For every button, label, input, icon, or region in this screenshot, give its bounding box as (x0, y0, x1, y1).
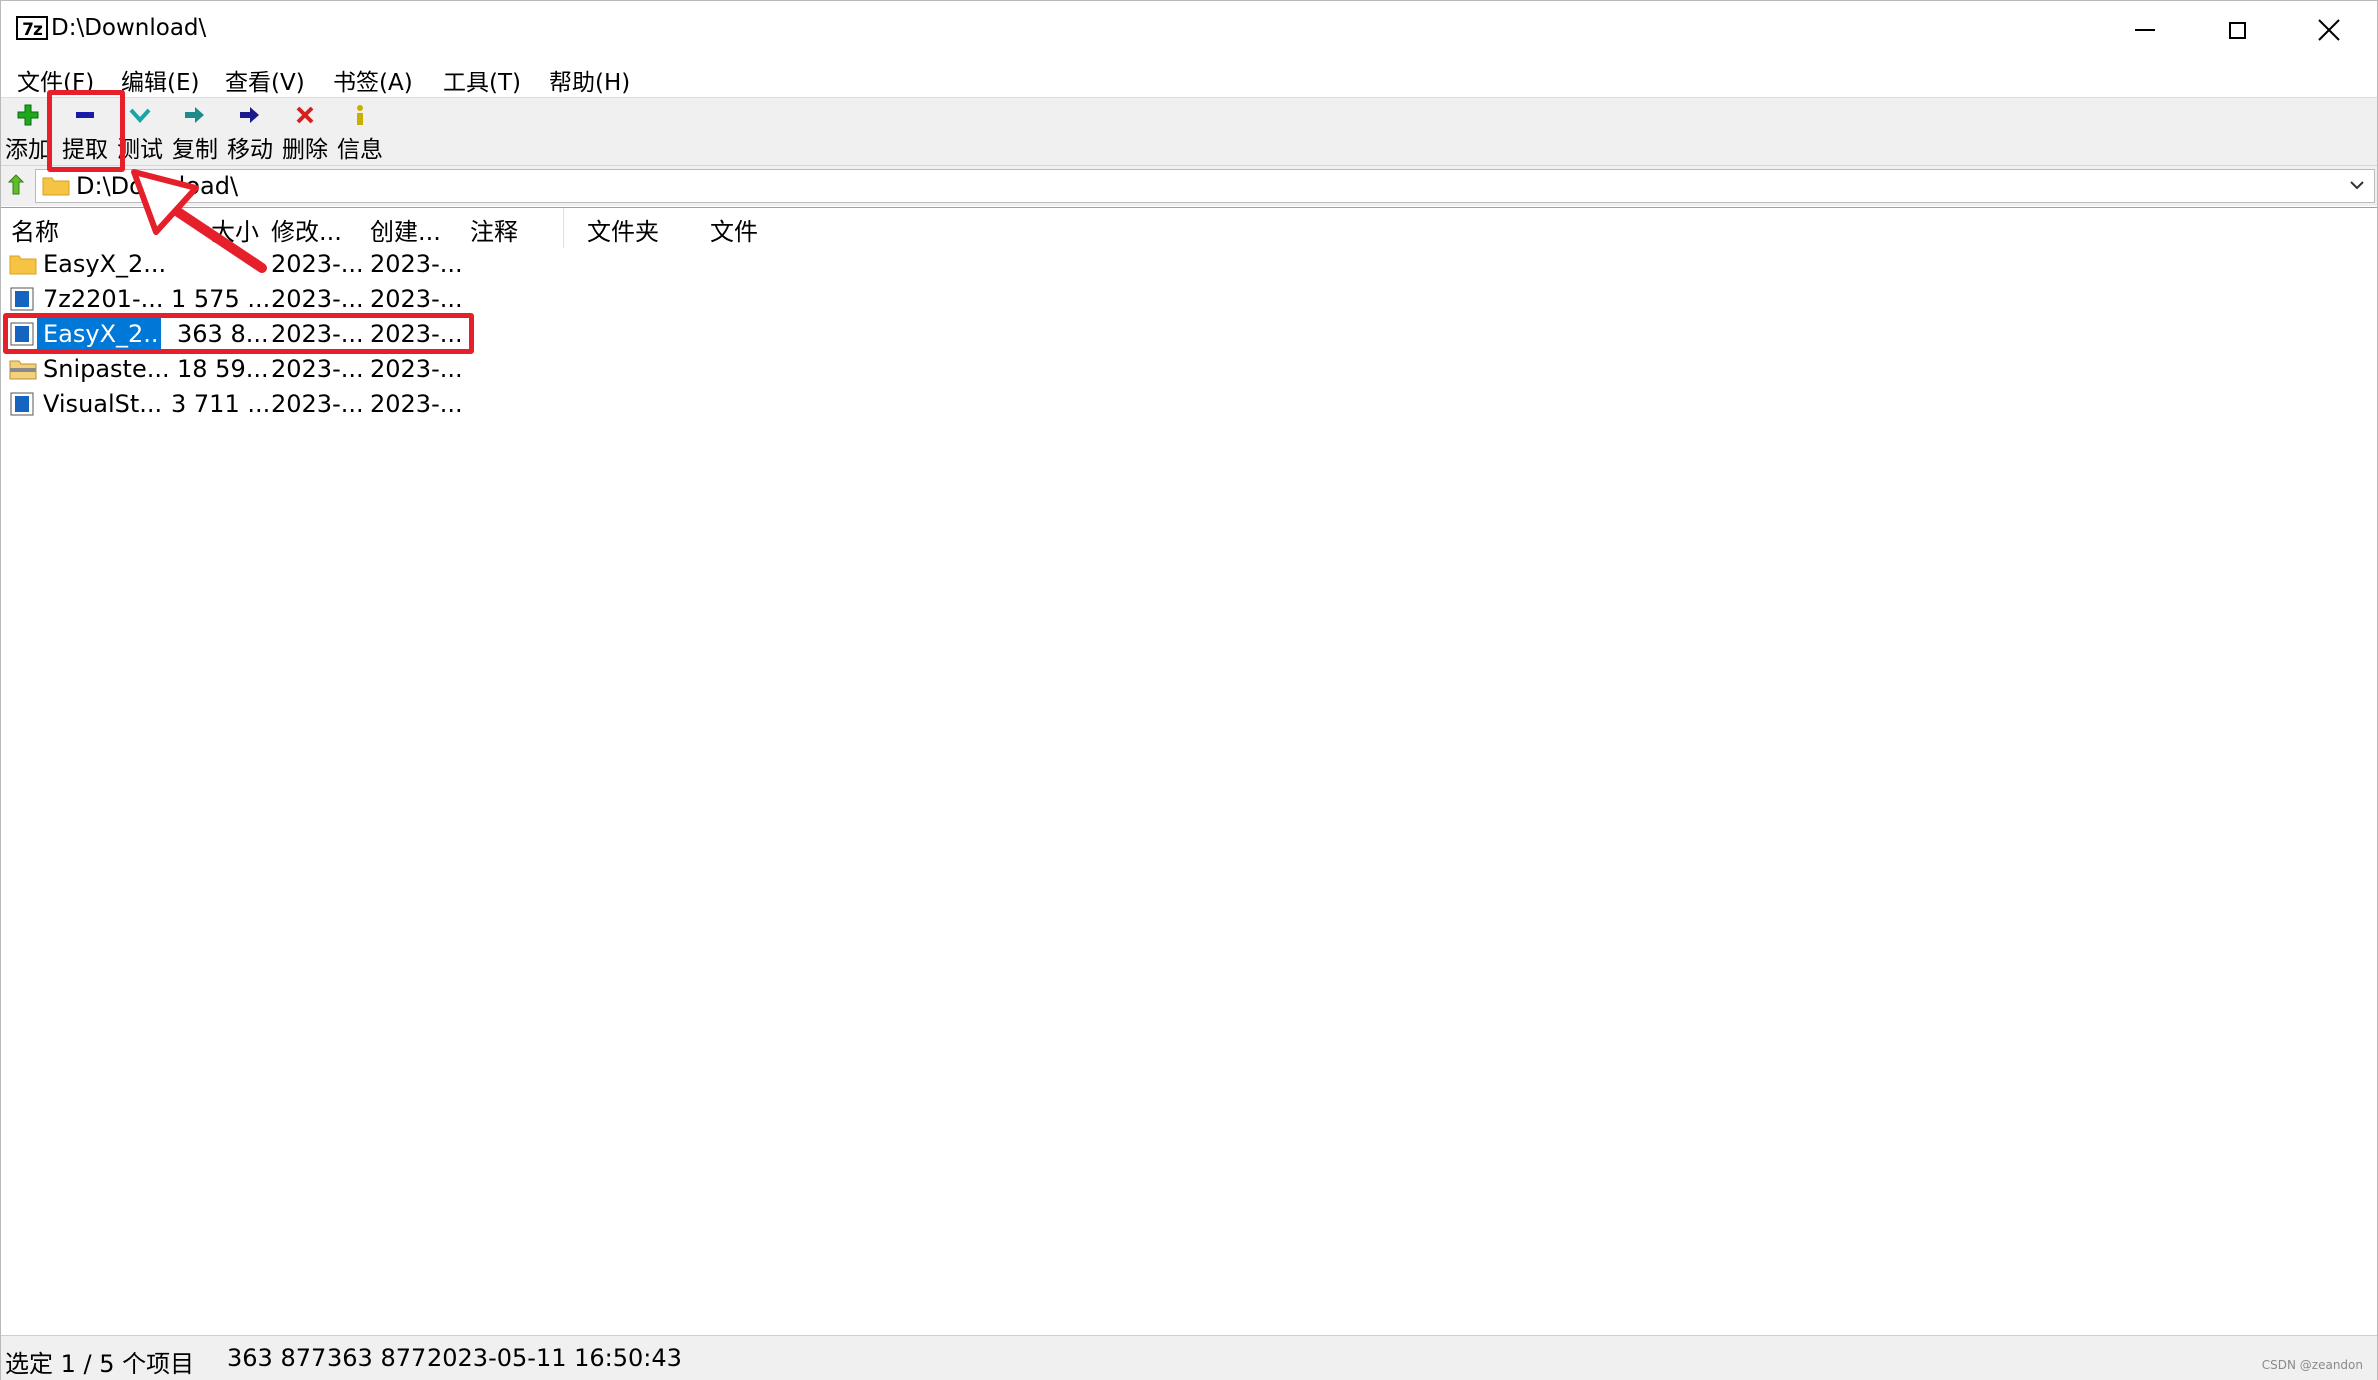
maximize-icon (2228, 21, 2246, 39)
column-header-modified[interactable]: 修改... (271, 212, 342, 246)
file-size: 1 575 ... (171, 285, 271, 313)
file-size: 3 711 ... (171, 390, 271, 418)
table-row[interactable]: EasyX_2... 2023-... 2023-... (1, 248, 471, 281)
file-name: EasyX_2... (43, 250, 167, 278)
column-header-created[interactable]: 创建... (370, 212, 441, 246)
folder-icon (42, 177, 70, 196)
file-created: 2023-... (370, 285, 463, 313)
info-label: 信息 (337, 137, 383, 163)
extract-highlight-box (47, 90, 125, 172)
menu-help[interactable]: 帮助(H) (549, 63, 630, 97)
add-icon (17, 104, 39, 126)
exe-file-icon (10, 287, 34, 311)
close-button[interactable] (2283, 1, 2375, 59)
title-bar[interactable]: 7z D:\Download\ (1, 1, 2377, 59)
file-modified: 2023-... (271, 390, 364, 418)
folder-icon (9, 255, 37, 275)
menu-tools[interactable]: 工具(T) (443, 63, 521, 97)
delete-label: 删除 (282, 137, 328, 163)
file-modified: 2023-... (271, 355, 364, 383)
chevron-down-icon[interactable] (2348, 176, 2366, 194)
file-name: Snipaste... (43, 355, 170, 383)
status-bar: 选定 1 / 5 个项目 363 877 363 877 2023-05-11 … (1, 1335, 2377, 1380)
info-button[interactable]: 信息 (333, 100, 387, 163)
address-field[interactable]: D:\Download\ (35, 169, 2375, 203)
file-size: 18 59... (177, 355, 269, 383)
copy-icon (185, 107, 204, 123)
address-bar: D:\Download\ (1, 165, 2377, 206)
close-icon (2318, 19, 2340, 41)
column-header-name[interactable]: 名称 (11, 212, 59, 246)
window-title: D:\Download\ (51, 15, 207, 41)
exe-file-icon (10, 392, 34, 416)
7zip-app-icon[interactable]: 7z (16, 16, 48, 40)
move-label: 移动 (227, 137, 273, 163)
zip-archive-icon (9, 360, 37, 380)
file-created: 2023-... (370, 250, 463, 278)
selected-row-highlight-box (3, 313, 474, 354)
table-row[interactable]: 7z2201-... 1 575 ... 2023-... 2023-... (1, 283, 471, 316)
status-selection: 选定 1 / 5 个项目 (5, 1350, 195, 1378)
menu-bookmarks[interactable]: 书签(A) (333, 63, 413, 97)
column-separator[interactable] (563, 208, 564, 248)
column-header-size[interactable]: 大小 (211, 212, 259, 246)
menu-edit[interactable]: 编辑(E) (121, 63, 199, 97)
column-header-folders[interactable]: 文件夹 (587, 212, 659, 246)
minimize-button[interactable] (2099, 1, 2191, 59)
file-created: 2023-... (370, 390, 463, 418)
table-row[interactable]: Snipaste... 18 59... 2023-... 2023-... (1, 353, 471, 386)
move-icon (240, 107, 259, 123)
status-size: 363 877 (227, 1344, 327, 1372)
file-modified: 2023-... (271, 285, 364, 313)
status-datetime: 2023-05-11 16:50:43 (427, 1344, 682, 1372)
delete-icon (296, 106, 314, 124)
move-button[interactable]: 移动 (223, 100, 277, 163)
folder-up-icon[interactable] (5, 172, 33, 200)
address-path: D:\Download\ (76, 172, 239, 200)
status-packed-size: 363 877 (327, 1344, 427, 1372)
column-header-files[interactable]: 文件 (710, 212, 758, 246)
file-name: VisualSt... (43, 390, 163, 418)
watermark: CSDN @zeandon (2261, 1358, 2363, 1372)
column-header-comment[interactable]: 注释 (470, 212, 518, 246)
file-list[interactable]: 名称 大小 修改... 创建... 注释 文件夹 文件 EasyX_2... 2… (1, 207, 2377, 1336)
app-window: 7z D:\Download\ 文件(F) 编辑(E) 查看(V) 书签(A) … (0, 0, 2378, 1380)
copy-button[interactable]: 复制 (168, 100, 222, 163)
maximize-button[interactable] (2191, 1, 2283, 59)
minimize-icon (2135, 29, 2155, 31)
copy-label: 复制 (172, 137, 218, 163)
delete-button[interactable]: 删除 (278, 100, 332, 163)
menu-view[interactable]: 查看(V) (225, 63, 305, 97)
toolbar: 添加 提取 测试 复制 移动 删除 信息 (1, 97, 2377, 166)
info-icon (357, 105, 363, 125)
file-name: 7z2201-... (43, 285, 164, 313)
menu-bar: 文件(F) 编辑(E) 查看(V) 书签(A) 工具(T) 帮助(H) (1, 59, 2377, 97)
file-created: 2023-... (370, 355, 463, 383)
test-icon (129, 108, 151, 123)
table-row[interactable]: VisualSt... 3 711 ... 2023-... 2023-... (1, 388, 471, 421)
file-modified: 2023-... (271, 250, 364, 278)
